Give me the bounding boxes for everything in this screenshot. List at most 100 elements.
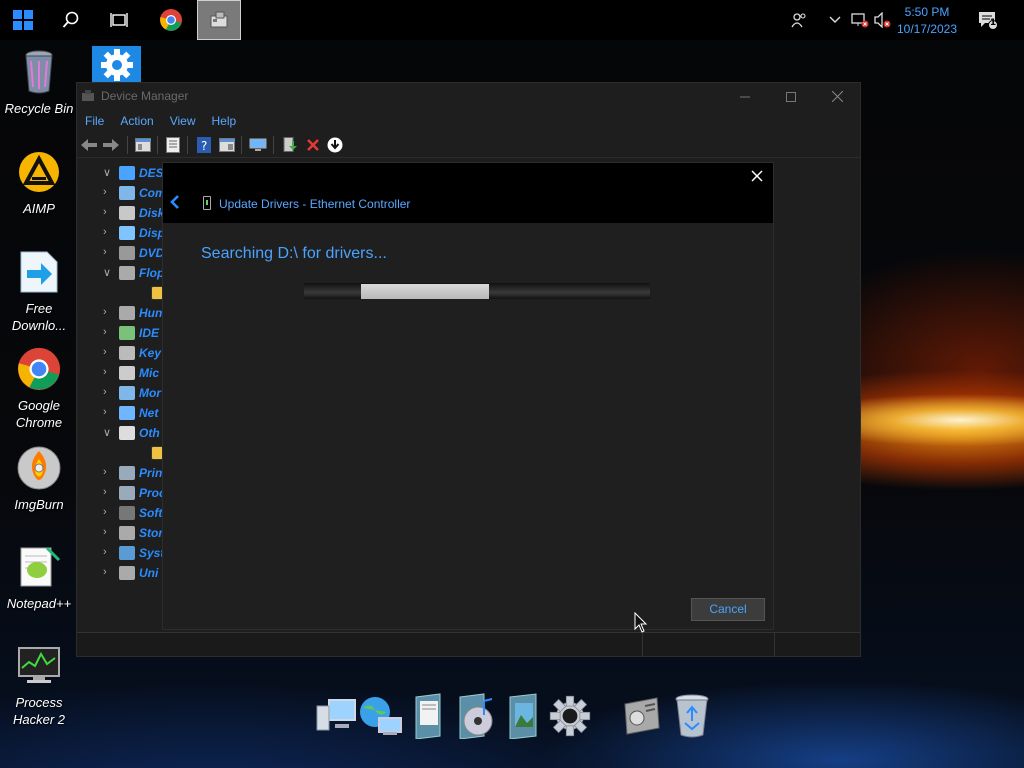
chevron-right-icon[interactable]: › [103, 366, 113, 378]
menu-help[interactable]: Help [212, 110, 237, 132]
task-view-icon [110, 13, 128, 27]
tree-item-label: DESKTO [139, 166, 163, 180]
menu-view[interactable]: View [170, 110, 196, 132]
device-category-icon [119, 546, 135, 560]
taskbar-chrome[interactable] [148, 0, 194, 40]
tree-item[interactable]: ∨ Oth [77, 423, 163, 443]
window-titlebar[interactable]: Device Manager [77, 83, 860, 110]
tree-item[interactable]: › Com [77, 183, 163, 203]
chevron-down-icon[interactable]: ∨ [103, 166, 113, 179]
tree-item[interactable]: › Key [77, 343, 163, 363]
action-pane-button[interactable] [219, 137, 235, 153]
chevron-right-icon[interactable]: › [103, 406, 113, 418]
search-button[interactable] [48, 0, 94, 40]
back-button[interactable] [169, 194, 185, 214]
taskbar-device-manager[interactable] [197, 0, 241, 40]
close-button[interactable] [814, 83, 860, 110]
tree-item[interactable]: › Prin [77, 463, 163, 483]
chevron-right-icon[interactable]: › [103, 246, 113, 258]
chevron-right-icon[interactable]: › [103, 486, 113, 498]
dock-music[interactable] [452, 690, 500, 742]
dock-recycle-bin[interactable] [668, 690, 716, 742]
settings-shortcut[interactable] [92, 46, 141, 84]
dock-control-panel[interactable] [617, 690, 665, 742]
chevron-right-icon[interactable]: › [103, 386, 113, 398]
minimize-button[interactable] [722, 83, 768, 110]
tree-item[interactable]: E [77, 443, 163, 463]
menu-file[interactable]: File [85, 110, 104, 132]
people-icon [791, 13, 806, 28]
dock-pictures[interactable] [500, 690, 548, 742]
enable-device-button[interactable] [327, 137, 343, 153]
scan-hardware-button[interactable] [249, 137, 267, 153]
chevron-right-icon[interactable]: › [103, 526, 113, 538]
device-category-icon [119, 186, 135, 200]
chevron-right-icon[interactable]: › [103, 566, 113, 578]
volume-button[interactable] [873, 10, 893, 30]
dock-settings[interactable] [546, 690, 594, 742]
help-button[interactable]: ? [196, 137, 212, 153]
chevron-right-icon[interactable]: › [103, 506, 113, 518]
task-view-button[interactable] [96, 0, 142, 40]
tree-item[interactable]: S [77, 283, 163, 303]
show-hide-console-tree-button[interactable] [135, 137, 151, 153]
chevron-down-icon[interactable]: ∨ [103, 266, 113, 279]
notification-center-button[interactable]: 1 [976, 10, 1000, 30]
update-driver-button[interactable] [282, 137, 298, 153]
properties-button[interactable] [165, 137, 181, 153]
chevron-right-icon[interactable]: › [103, 466, 113, 478]
dock-network[interactable] [356, 690, 404, 742]
tree-item-label: Prin [139, 466, 163, 480]
taskbar-clock[interactable]: 5:50 PM 10/17/2023 [892, 4, 962, 38]
tree-item[interactable]: › Disp [77, 223, 163, 243]
tree-item[interactable]: ∨ DESKTO [77, 163, 163, 183]
desktop-icon-process-hacker[interactable]: Process Hacker 2 [2, 642, 76, 728]
maximize-button[interactable] [768, 83, 814, 110]
desktop-icon-aimp[interactable]: AIMP [2, 148, 76, 217]
start-button[interactable] [0, 0, 46, 40]
tree-item[interactable]: › Hun [77, 303, 163, 323]
close-button[interactable] [747, 167, 767, 187]
forward-button[interactable] [103, 137, 119, 153]
desktop-icon-imgburn[interactable]: ImgBurn [2, 444, 76, 513]
chevron-right-icon[interactable]: › [103, 226, 113, 238]
chevron-right-icon[interactable]: › [103, 326, 113, 338]
tree-item-label: Key [139, 346, 162, 360]
chevron-right-icon[interactable]: › [103, 346, 113, 358]
tree-item[interactable]: › Stor [77, 523, 163, 543]
chevron-right-icon[interactable]: › [103, 306, 113, 318]
uninstall-device-button[interactable] [305, 137, 321, 153]
show-hidden-icons-button[interactable] [825, 10, 845, 30]
tree-item[interactable]: › Mic [77, 363, 163, 383]
tree-item[interactable]: › Soft [77, 503, 163, 523]
tree-item[interactable]: › Mor [77, 383, 163, 403]
tree-item[interactable]: › Proc [77, 483, 163, 503]
chevron-right-icon[interactable]: › [103, 206, 113, 218]
chevron-down-icon[interactable]: ∨ [103, 426, 113, 439]
desktop-icon-free-download-manager[interactable]: Free Downlo... [2, 248, 76, 334]
tree-item-label: DVD [139, 246, 163, 260]
back-button[interactable] [81, 137, 97, 153]
desktop-icon-google-chrome[interactable]: Google Chrome [2, 345, 76, 431]
tree-item[interactable]: › Net [77, 403, 163, 423]
device-category-icon [119, 406, 135, 420]
toolbar-separator [273, 136, 274, 154]
cancel-button[interactable]: Cancel [691, 598, 765, 621]
chevron-right-icon[interactable]: › [103, 546, 113, 558]
desktop-icon-recycle-bin[interactable]: Recycle Bin [2, 48, 76, 117]
dock-computer[interactable] [312, 690, 360, 742]
dock-documents[interactable] [404, 690, 452, 742]
tree-item[interactable]: › DVD [77, 243, 163, 263]
people-button[interactable] [789, 10, 809, 30]
toolbar: ? [77, 132, 860, 158]
tree-item[interactable]: › Syst [77, 543, 163, 563]
desktop-icon-label: Google Chrome [15, 398, 63, 430]
chevron-right-icon[interactable]: › [103, 186, 113, 198]
desktop-icon-notepad-plus-plus[interactable]: Notepad++ [2, 543, 76, 612]
tree-item[interactable]: › Disk [77, 203, 163, 223]
tree-item[interactable]: ∨ Flop [77, 263, 163, 283]
network-button[interactable] [850, 10, 870, 30]
menu-action[interactable]: Action [120, 110, 153, 132]
tree-item[interactable]: › IDE [77, 323, 163, 343]
tree-item[interactable]: › Uni [77, 563, 163, 583]
